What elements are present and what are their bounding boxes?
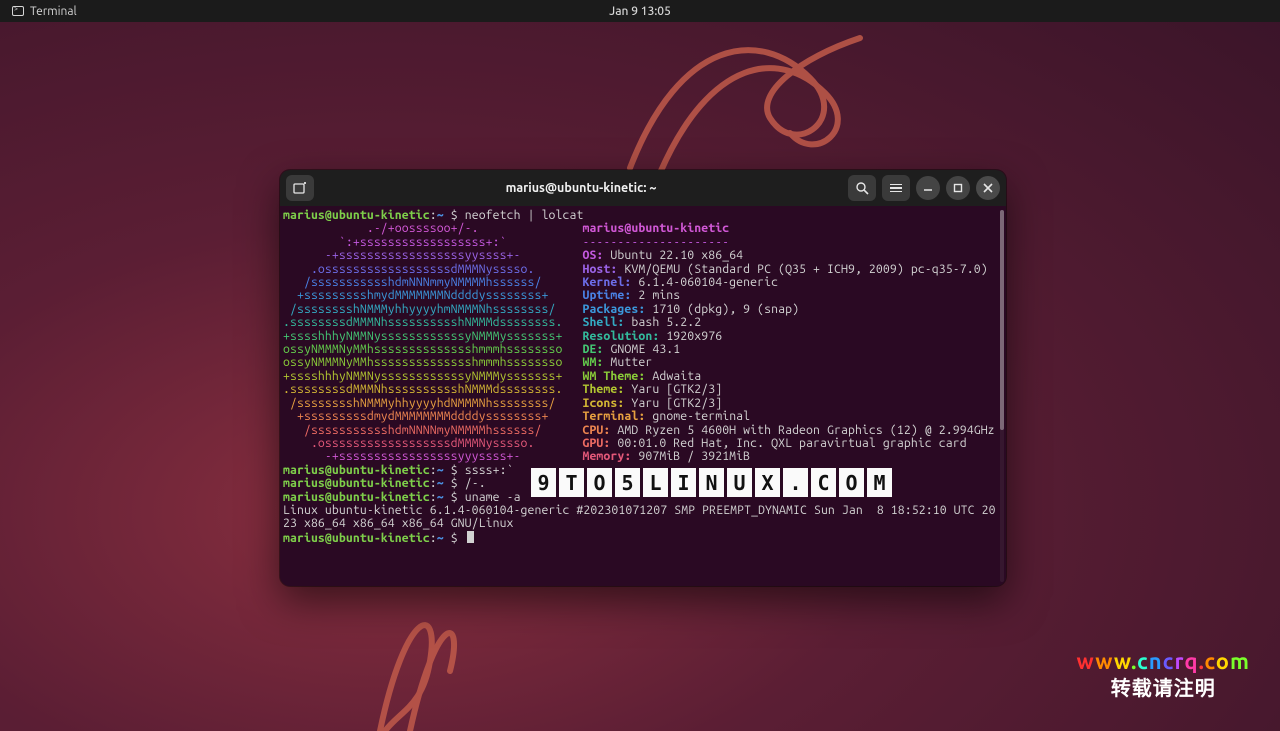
neofetch-cpu: AMD Ryzen 5 4600H with Radeon Graphics (…	[617, 424, 994, 437]
watermark-char: O	[839, 468, 864, 497]
watermark-9to5linux: 9TO5LINUX.COM	[531, 468, 892, 497]
titlebar: marius@ubuntu-kinetic: ~	[280, 170, 1006, 206]
neofetch-packages: 1710 (dpkg), 9 (snap)	[652, 303, 799, 316]
ascii-art-row: .ossssssssssssssssssdMMMNysssso.	[283, 263, 562, 276]
watermark-char: M	[867, 468, 892, 497]
hamburger-menu-button[interactable]	[882, 175, 910, 201]
terminal-body[interactable]: marius@ubuntu-kinetic:~ $ neofetch | lol…	[280, 206, 1006, 586]
ascii-art-row: ossyNMMMNyMMhsssssssssssssshmmmhssssssso	[283, 356, 562, 369]
scrollbar-thumb[interactable]	[1000, 210, 1004, 430]
neofetch-shell: bash 5.2.2	[631, 316, 701, 329]
ascii-art-row: +sssshhhyNMMNyssssssssssssyNMMMysssssss+	[283, 330, 562, 343]
watermark-char: .	[783, 468, 808, 497]
watermark-char: C	[811, 468, 836, 497]
ascii-art-row: `:+ssssssssssssssssss+:`	[283, 236, 562, 249]
neofetch-header: marius@ubuntu-kinetic	[582, 222, 729, 235]
minimize-button[interactable]	[916, 176, 940, 200]
neofetch-de: GNOME 43.1	[610, 343, 680, 356]
maximize-icon	[953, 183, 963, 193]
watermark-char: U	[727, 468, 752, 497]
search-icon	[855, 181, 869, 195]
watermark-char: 9	[531, 468, 556, 497]
topbar-app-label: Terminal	[30, 5, 77, 18]
neofetch-kernel: 6.1.4-060104-generic	[638, 276, 778, 289]
neofetch-host: KVM/QEMU (Standard PC (Q35 + ICH9, 2009)…	[624, 263, 987, 276]
prompt-line-1: marius@ubuntu-kinetic:~ $ neofetch | lol…	[283, 209, 1006, 222]
terminal-window: marius@ubuntu-kinetic: ~ marius@ubuntu-k…	[280, 170, 1006, 586]
ascii-art-row: /ssssssssssshdmNNNmmyNMMMMhssssss/	[283, 276, 562, 289]
maximize-button[interactable]	[946, 176, 970, 200]
topbar-clock[interactable]: Jan 9 13:05	[609, 5, 671, 18]
wallpaper-swirl-bottom	[350, 581, 500, 731]
watermark-char: T	[559, 468, 584, 497]
neofetch-theme: Yaru [GTK2/3]	[631, 383, 722, 396]
hamburger-icon	[890, 184, 902, 193]
ascii-art-row: /ssssssssssshdmNNNNmyNMMMMhssssss/	[283, 424, 562, 437]
neofetch-terminal: gnome-terminal	[652, 410, 750, 423]
terminal-icon	[12, 6, 24, 16]
neofetch-sep: ---------------------	[582, 236, 729, 249]
ascii-art-row: .ssssssssdMMMNhsssssssssshNMMMdssssssss.	[283, 316, 562, 329]
neofetch-wm: Mutter	[610, 356, 652, 369]
watermark-char: 5	[615, 468, 640, 497]
neofetch-uptime: 2 mins	[638, 289, 680, 302]
ascii-art-row: .ssssssssdMMMNhsssssssssshNMMMdssssssss.	[283, 383, 562, 396]
neofetch-resolution: 1920x976	[666, 330, 722, 343]
new-tab-button[interactable]	[286, 175, 314, 201]
ascii-art-row: /sssssssshNMMMyhhyyyyhmNMMMNhssssssss/	[283, 303, 562, 316]
watermark-cncrq-note: 转载请注明	[1077, 675, 1250, 701]
topbar-app[interactable]: Terminal	[12, 5, 77, 18]
watermark-char: O	[587, 468, 612, 497]
watermark-cncrq-url: www.cncrq.com	[1077, 649, 1250, 675]
gnome-top-bar: Terminal Jan 9 13:05	[0, 0, 1280, 22]
ascii-art-row: .-/+oossssoo+/-.	[283, 222, 562, 235]
cursor	[467, 531, 474, 543]
ascii-art-row: ossyNMMMNyMMhsssssssssssssshmmmhssssssso	[283, 343, 562, 356]
ascii-art-row: -+ssssssssssssssssssyyssss+-	[283, 249, 562, 262]
neofetch-memory: 907MiB / 3921MiB	[638, 450, 750, 463]
watermark-char: X	[755, 468, 780, 497]
neofetch-os: Ubuntu 22.10 x86_64	[610, 249, 743, 262]
prompt-line-current: marius@ubuntu-kinetic:~ $	[283, 531, 1006, 545]
neofetch-wmtheme: Adwaita	[652, 370, 701, 383]
watermark-char: N	[699, 468, 724, 497]
new-tab-icon	[293, 181, 307, 195]
minimize-icon	[923, 183, 933, 193]
ascii-art-row: .ossssssssssssssssssdMMMNysssso.	[283, 437, 562, 450]
ascii-art-row: +sssshhhyNMMNyssssssssssssyNMMMysssssss+	[283, 370, 562, 383]
close-button[interactable]	[976, 176, 1000, 200]
ascii-art-row: +ssssssssshmydMMMMMMMNddddyssssssss+	[283, 289, 562, 302]
neofetch-icons: Yaru [GTK2/3]	[631, 397, 722, 410]
ascii-art-row: /sssssssshNMMMyhhyyyyhdNMMMNhssssssss/	[283, 397, 562, 410]
window-title: marius@ubuntu-kinetic: ~	[320, 181, 842, 195]
search-button[interactable]	[848, 175, 876, 201]
watermark-cncrq: www.cncrq.com 转载请注明	[1077, 649, 1250, 701]
uname-output: Linux ubuntu-kinetic 6.1.4-060104-generi…	[283, 504, 1006, 531]
watermark-char: L	[643, 468, 668, 497]
wallpaper-swirl-top	[620, 18, 900, 178]
watermark-char: I	[671, 468, 696, 497]
close-icon	[983, 183, 993, 193]
ascii-art-row: -+sssssssssssssssssyyyssss+-	[283, 450, 562, 463]
neofetch-gpu: 00:01.0 Red Hat, Inc. QXL paravirtual gr…	[617, 437, 966, 450]
ascii-art-row: +sssssssssdmydMMMMMMMMddddyssssssss+	[283, 410, 562, 423]
